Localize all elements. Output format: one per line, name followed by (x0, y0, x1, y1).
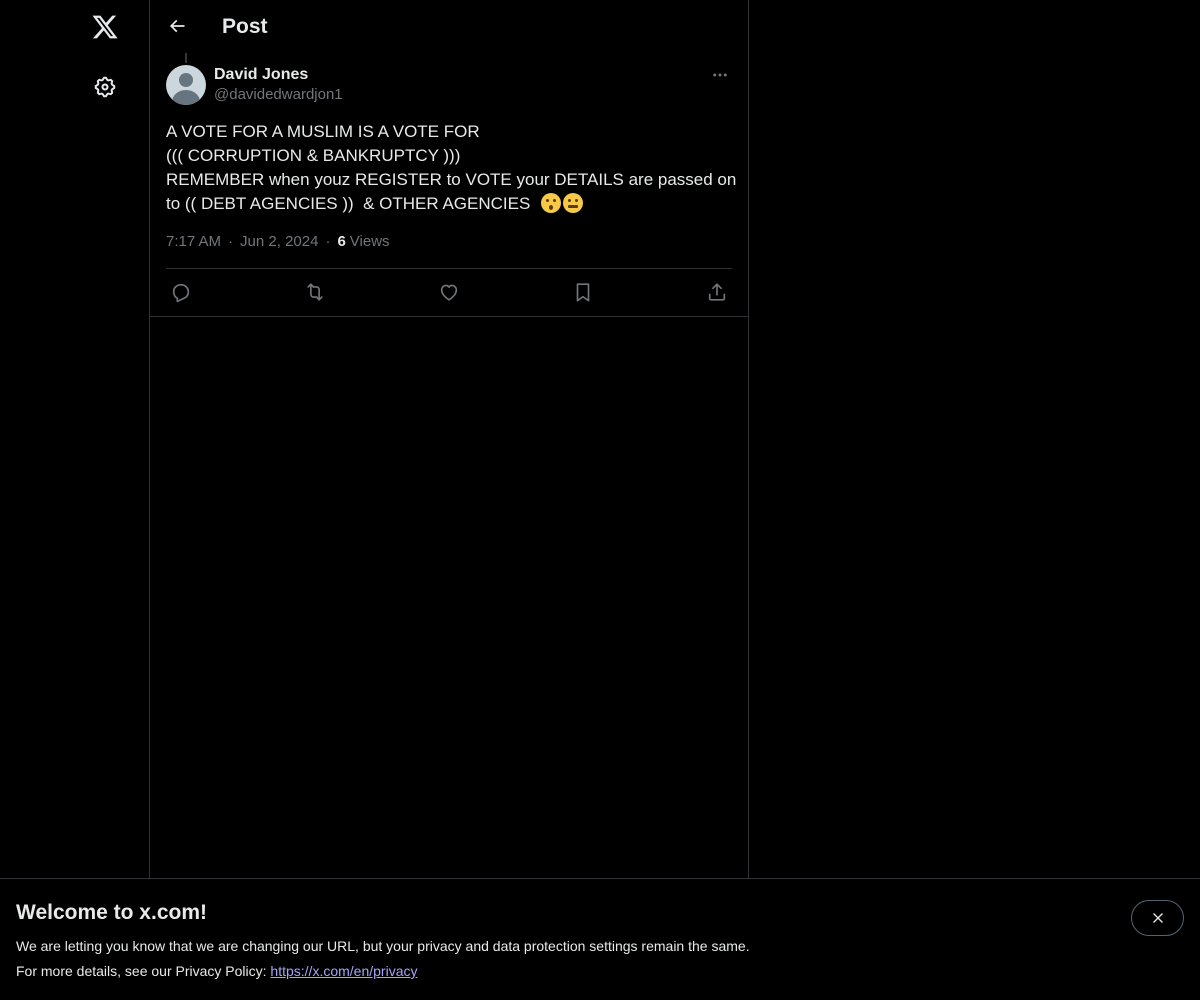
post-meta: 7:17 AM · Jun 2, 2024 · 6 Views (166, 232, 390, 252)
post-actions (166, 269, 732, 316)
post-text-line: to (( DEBT AGENCIES )) & OTHER AGENCIES (166, 194, 536, 213)
share-button[interactable] (702, 279, 732, 305)
share-icon (708, 283, 726, 301)
more-options-button[interactable] (708, 63, 732, 87)
meta-separator: · (228, 233, 234, 250)
like-button[interactable] (434, 279, 464, 305)
hushed-face-emoji (541, 193, 562, 213)
reply-icon (172, 284, 190, 303)
bookmark-button[interactable] (568, 279, 598, 305)
avatar[interactable] (166, 65, 206, 105)
meta-separator: · (325, 233, 331, 250)
close-icon (1152, 913, 1163, 923)
post-text-line-with-emoji: to (( DEBT AGENCIES )) & OTHER AGENCIES (166, 192, 732, 216)
page-header: Post (150, 0, 748, 53)
zipper-mouth-face-emoji (563, 193, 584, 213)
back-button[interactable] (160, 9, 194, 43)
page-title: Post (222, 15, 268, 38)
banner-title: Welcome to x.com! (16, 901, 207, 924)
gear-icon (94, 76, 116, 98)
author-handle[interactable]: @davidedwardjon1 (214, 85, 343, 105)
post-text-line: REMEMBER when youz REGISTER to VOTE your… (166, 170, 737, 189)
welcome-banner: Welcome to x.com! We are letting you kno… (0, 878, 1200, 1000)
app-root: Post David Jones @davidedwardjon1 A VOTE… (0, 0, 1200, 1000)
post-text-line: A VOTE FOR A MUSLIM IS A VOTE FOR (166, 122, 480, 141)
views-count: 6 (337, 233, 346, 250)
main-column: Post David Jones @davidedwardjon1 A VOTE… (150, 0, 749, 1000)
post-text: A VOTE FOR A MUSLIM IS A VOTE FOR ((( CO… (166, 120, 737, 216)
settings-button[interactable] (83, 65, 127, 109)
repost-icon (307, 283, 323, 301)
post-bottom-border (150, 316, 748, 317)
x-logo-button[interactable] (83, 5, 127, 49)
more-icon (713, 73, 727, 77)
reply-button[interactable] (166, 279, 196, 305)
banner-message: We are letting you know that we are chan… (16, 938, 750, 954)
like-icon (440, 284, 458, 301)
left-nav (0, 0, 150, 1000)
banner-policy-prefix: For more details, see our Privacy Policy… (16, 963, 271, 979)
post-date[interactable]: Jun 2, 2024 (240, 232, 318, 252)
banner-close-button[interactable] (1131, 900, 1184, 936)
repost-button[interactable] (300, 279, 330, 305)
thread-connector-line (185, 53, 187, 63)
post-text-line: ((( CORRUPTION & BANKRUPTCY ))) (166, 146, 461, 165)
x-logo-icon (92, 15, 118, 39)
avatar-body-shape (172, 90, 200, 105)
views-label: Views (349, 233, 390, 250)
post-time[interactable]: 7:17 AM (166, 232, 221, 252)
privacy-policy-link[interactable]: https://x.com/en/privacy (270, 963, 417, 979)
avatar-head-shape (179, 73, 193, 87)
banner-policy-line: For more details, see our Privacy Policy… (16, 962, 417, 980)
author-name[interactable]: David Jones (214, 65, 308, 85)
bookmark-icon (576, 283, 590, 302)
arrow-left-icon (169, 19, 185, 33)
